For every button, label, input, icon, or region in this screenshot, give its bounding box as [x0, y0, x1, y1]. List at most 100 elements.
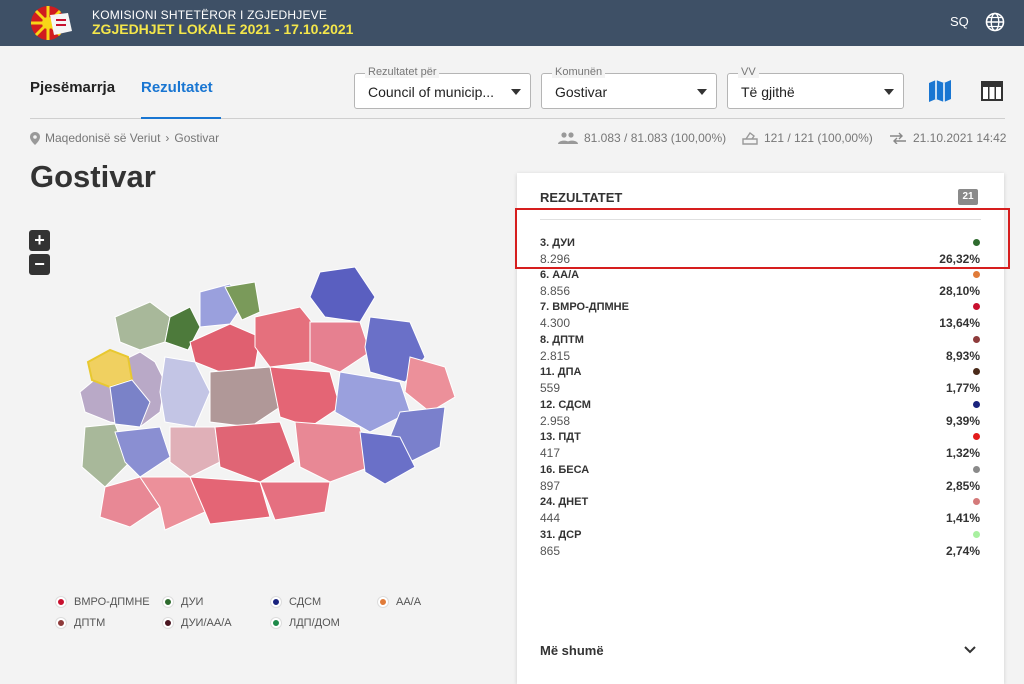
legend-label: ДПТМ	[74, 617, 106, 629]
legend-item: ЛДП/ДОМ	[271, 617, 340, 629]
party-name: 31. ДСР	[540, 529, 582, 541]
result-row[interactable]: 11. ДПА 559 1,77%	[540, 366, 980, 398]
legend-item: СДСМ	[271, 596, 321, 608]
legend-item: ДУИ/АА/А	[163, 617, 232, 629]
table-view-icon[interactable]	[979, 78, 1005, 104]
party-percent: 28,10%	[939, 284, 980, 298]
map-region[interactable]	[259, 481, 331, 521]
results-title: REZULTATET	[540, 190, 623, 205]
zoom-in-button[interactable]: +	[29, 230, 50, 251]
polling-station-select[interactable]: VV Të gjithë	[727, 66, 904, 109]
updated-stat: 21.10.2021 14:42	[889, 131, 1006, 145]
polling-station-label: VV	[738, 66, 759, 78]
map-region[interactable]	[309, 321, 371, 373]
sun-flag-logo[interactable]	[28, 5, 76, 41]
party-color-dot	[973, 531, 980, 538]
globe-icon[interactable]	[985, 12, 1005, 32]
party-color-dot	[973, 368, 980, 375]
map-region[interactable]	[114, 301, 171, 351]
party-votes: 2.958	[540, 414, 571, 428]
language-selector[interactable]: SQ	[950, 14, 969, 29]
more-button[interactable]: Më shumë	[540, 643, 604, 658]
map-region[interactable]	[309, 266, 376, 323]
calendar-badge[interactable]: 21	[958, 189, 978, 205]
legend-label: СДСМ	[289, 596, 322, 608]
map-region[interactable]	[189, 323, 261, 373]
result-row[interactable]: 31. ДСР 865 2,74%	[540, 529, 980, 561]
map-region[interactable]	[169, 426, 221, 478]
result-row[interactable]: 8. ДПТМ 2.815 8,93%	[540, 334, 980, 366]
voters-value: 81.083 / 81.083 (100,00%)	[584, 131, 727, 145]
result-row[interactable]: 24. ДНЕТ 444 1,41%	[540, 496, 980, 528]
party-votes: 444	[540, 511, 561, 525]
ballot-box-icon	[742, 131, 758, 145]
org-name: KOMISIONI SHTETËROR I ZGJEDHJEVE	[92, 8, 328, 22]
election-title: ZGJEDHJET LOKALE 2021 - 17.10.2021	[92, 21, 354, 37]
legend-dot	[378, 597, 388, 607]
result-row[interactable]: 13. ПДТ 417 1,32%	[540, 431, 980, 463]
map-region[interactable]	[214, 421, 296, 483]
map-region[interactable]	[86, 348, 134, 389]
results-for-label: Rezultatet për	[365, 66, 440, 78]
sync-arrows-icon	[890, 132, 906, 144]
party-votes: 865	[540, 544, 561, 558]
party-votes: 559	[540, 381, 561, 395]
stations-value: 121 / 121 (100,00%)	[764, 131, 873, 145]
result-row[interactable]: 6. АА/А 8.856 28,10%	[540, 269, 980, 301]
legend-item: ДПТМ	[56, 617, 105, 629]
result-row[interactable]: 7. ВМРО-ДПМНЕ 4.300 13,64%	[540, 301, 980, 333]
legend-dot	[271, 618, 281, 628]
map-region[interactable]	[114, 426, 171, 478]
results-for-select[interactable]: Rezultatet për Council of municip...	[354, 66, 531, 109]
polling-station-value: Të gjithë	[741, 84, 795, 100]
zoom-out-button[interactable]: −	[29, 254, 50, 275]
party-name: 24. ДНЕТ	[540, 496, 589, 508]
party-votes: 8.856	[540, 284, 571, 298]
party-votes: 897	[540, 479, 561, 493]
map-region[interactable]	[404, 356, 456, 413]
location-pin-icon	[30, 131, 40, 145]
party-color-dot	[973, 498, 980, 505]
result-row[interactable]: 16. БЕСА 897 2,85%	[540, 464, 980, 496]
map-view-icon[interactable]	[927, 78, 953, 104]
map-region[interactable]	[159, 356, 211, 428]
tab-results[interactable]: Rezultatet	[141, 79, 213, 96]
page-title: Gostivar	[30, 159, 156, 194]
highlight-box	[515, 208, 1010, 269]
party-name: 16. БЕСА	[540, 464, 590, 476]
party-votes: 2.815	[540, 349, 571, 363]
legend-label: ЛДП/ДОМ	[289, 617, 340, 629]
party-percent: 2,85%	[945, 479, 980, 493]
municipality-label: Komunën	[552, 66, 606, 78]
map-region[interactable]	[294, 421, 371, 483]
breadcrumb-root[interactable]: Maqedonisë së Veriut	[45, 131, 160, 145]
chevron-down-icon[interactable]	[963, 645, 977, 655]
party-percent: 1,77%	[945, 381, 980, 395]
map-region[interactable]	[209, 366, 281, 428]
party-color-dot	[973, 303, 980, 310]
caret-down-icon	[511, 89, 521, 95]
party-percent: 8,93%	[945, 349, 980, 363]
party-percent: 1,32%	[945, 446, 980, 460]
party-name: 7. ВМРО-ДПМНЕ	[540, 301, 629, 313]
result-row[interactable]: 12. СДСМ 2.958 9,39%	[540, 399, 980, 431]
tab-turnout[interactable]: Pjesëmarrja	[30, 79, 115, 96]
legend-item: ДУИ	[163, 596, 203, 608]
party-percent: 9,39%	[945, 414, 980, 428]
breadcrumb: Maqedonisë së Veriut › Gostivar	[30, 131, 219, 145]
municipality-value: Gostivar	[555, 84, 608, 100]
map-region[interactable]	[189, 476, 271, 525]
party-color-dot	[973, 336, 980, 343]
legend-dot	[56, 597, 66, 607]
stations-stat: 121 / 121 (100,00%)	[742, 131, 873, 145]
party-color-dot	[973, 271, 980, 278]
party-votes: 4.300	[540, 316, 571, 330]
municipality-select[interactable]: Komunën Gostivar	[541, 66, 717, 109]
legend-item: АА/А	[378, 596, 421, 608]
map-region[interactable]	[269, 366, 341, 428]
caret-down-icon	[884, 89, 894, 95]
municipality-map[interactable]	[70, 262, 460, 534]
top-bar: KOMISIONI SHTETËROR I ZGJEDHJEVE ZGJEDHJ…	[0, 0, 1024, 46]
updated-value: 21.10.2021 14:42	[913, 131, 1007, 145]
voters-stat: 81.083 / 81.083 (100,00%)	[558, 131, 726, 145]
